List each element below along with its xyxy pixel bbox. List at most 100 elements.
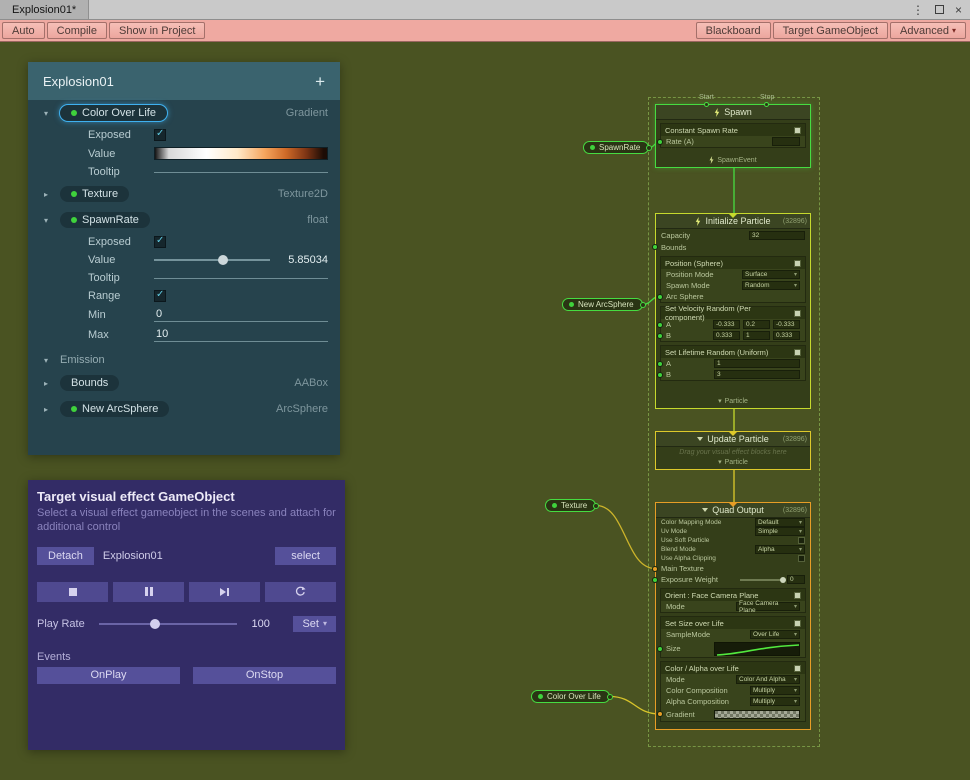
param-pill-color-over-life[interactable]: Color Over Life [60, 105, 167, 121]
detach-button[interactable]: Detach [37, 547, 94, 565]
orient-block[interactable]: Orient : Face Camera Plane Mode Face Cam… [660, 588, 806, 613]
expander-icon[interactable]: ▸ [44, 379, 60, 388]
port-velocity-b-in[interactable] [657, 333, 663, 339]
max-field[interactable]: 10 [154, 328, 328, 342]
param-pill-spawnrate[interactable]: SpawnRate [60, 212, 150, 228]
expander-icon[interactable]: ▾ [44, 109, 60, 118]
stop-button[interactable] [37, 582, 108, 602]
tooltip-field[interactable] [154, 171, 328, 173]
port-exposure-weight-in[interactable] [652, 577, 658, 583]
node-spawn[interactable]: Start Stop Spawn Constant Spawn Rate Rat… [655, 104, 811, 168]
window-maximize-icon[interactable] [935, 5, 944, 14]
select-button[interactable]: select [275, 547, 336, 565]
vector-z-field[interactable]: -0.333 [773, 320, 800, 329]
value-field[interactable]: 5.85034 [278, 254, 328, 266]
port-lifetime-b-in[interactable] [657, 372, 663, 378]
block-enabled-checkbox[interactable] [794, 620, 801, 627]
capacity-field[interactable]: 32 [749, 231, 805, 240]
constant-spawn-rate-block[interactable]: Constant Spawn Rate Rate (A) [660, 123, 806, 148]
port-update-flow-in[interactable] [733, 432, 735, 434]
set-velocity-random-block[interactable]: Set Velocity Random (Per component) A -0… [660, 306, 806, 342]
port-spawn-rate-in[interactable] [657, 139, 663, 145]
play-rate-slider[interactable] [99, 623, 237, 625]
port-spawn-stop-in[interactable] [764, 102, 769, 107]
alpha-composition-dropdown[interactable]: Multiply▾ [750, 697, 800, 706]
slider-knob[interactable] [780, 577, 786, 583]
expander-icon[interactable]: ▸ [44, 190, 60, 199]
onstop-button[interactable]: OnStop [193, 667, 336, 684]
expander-icon[interactable]: ▾ [44, 216, 60, 225]
blackboard-header[interactable]: Explosion01 + [28, 62, 340, 100]
node-initialize-particle[interactable]: Initialize Particle (32896) Capacity 32 … [655, 213, 811, 409]
port-init-flow-in[interactable] [733, 214, 735, 216]
port-init-arcsphere-in[interactable] [657, 294, 663, 300]
lifetime-a-field[interactable]: 1 [714, 359, 800, 368]
block-enabled-checkbox[interactable] [794, 592, 801, 599]
slider-knob[interactable] [150, 619, 160, 629]
spawn-mode-dropdown[interactable]: Random▾ [742, 281, 800, 290]
orient-mode-dropdown[interactable]: Face Camera Plane▾ [736, 602, 800, 611]
set-size-over-life-block[interactable]: Set Size over Life SampleMode Over Life▾… [660, 616, 806, 658]
spawn-header[interactable]: Spawn [656, 105, 810, 120]
port-spawn-start-in[interactable] [704, 102, 709, 107]
blend-mode-dropdown[interactable]: Alpha▾ [755, 545, 805, 554]
gradient-preview-field[interactable] [714, 710, 800, 719]
port-spawn-flow-out[interactable] [733, 165, 735, 167]
pause-button[interactable] [113, 582, 184, 602]
port-init-flow-out[interactable] [733, 406, 735, 408]
position-sphere-block[interactable]: Position (Sphere) Position Mode Surface▾… [660, 256, 806, 303]
param-pill-texture[interactable]: Texture [60, 186, 129, 202]
port-pill-colorlife-out[interactable] [607, 694, 613, 700]
soft-particle-checkbox[interactable] [798, 537, 805, 544]
exposed-checkbox[interactable]: ✓ [154, 236, 166, 248]
block-enabled-checkbox[interactable] [794, 260, 801, 267]
pill-spawnrate[interactable]: SpawnRate [583, 141, 649, 154]
param-pill-bounds[interactable]: Bounds [60, 375, 119, 391]
port-lifetime-a-in[interactable] [657, 361, 663, 367]
add-parameter-button[interactable]: + [315, 73, 325, 90]
node-quad-output[interactable]: Quad Output (32896) Color Mapping Mode D… [655, 502, 811, 730]
block-enabled-checkbox[interactable] [794, 310, 801, 317]
port-quad-flow-in[interactable] [733, 503, 735, 505]
range-checkbox[interactable]: ✓ [154, 290, 166, 302]
auto-compile-button[interactable]: Auto [2, 22, 45, 39]
blackboard-toggle-button[interactable]: Blackboard [696, 22, 771, 39]
vector-y-field[interactable]: 1 [743, 331, 770, 340]
target-gameobject-toggle-button[interactable]: Target GameObject [773, 22, 888, 39]
exposure-slider[interactable] [740, 579, 784, 581]
value-slider[interactable] [154, 259, 270, 261]
min-field[interactable]: 0 [154, 308, 328, 322]
graph-canvas[interactable]: Start Stop Spawn Constant Spawn Rate Rat… [0, 42, 970, 780]
port-pill-texture-out[interactable] [593, 503, 599, 509]
set-lifetime-random-block[interactable]: Set Lifetime Random (Uniform) A 1 B 3 [660, 345, 806, 381]
onplay-button[interactable]: OnPlay [37, 667, 180, 684]
alpha-clipping-checkbox[interactable] [798, 555, 805, 562]
window-menu-icon[interactable]: ⋮ [912, 3, 924, 17]
restart-button[interactable] [265, 582, 336, 602]
sample-mode-dropdown[interactable]: Over Life▾ [750, 630, 800, 639]
port-pill-arcsphere-out[interactable] [640, 302, 646, 308]
slider-knob[interactable] [218, 255, 228, 265]
block-enabled-checkbox[interactable] [794, 127, 801, 134]
pill-texture[interactable]: Texture [545, 499, 596, 512]
exposure-field[interactable]: 0 [787, 575, 805, 584]
expander-icon[interactable]: ▾ [44, 356, 60, 365]
size-curve-field[interactable] [714, 642, 800, 656]
compile-button[interactable]: Compile [47, 22, 107, 39]
param-pill-new-arcsphere[interactable]: New ArcSphere [60, 401, 169, 417]
port-update-flow-out[interactable] [733, 467, 735, 469]
vector-z-field[interactable]: 0.333 [773, 331, 800, 340]
uv-mode-dropdown[interactable]: Simple▾ [755, 527, 805, 536]
tab-explosion01[interactable]: Explosion01* [0, 0, 89, 19]
category-emission[interactable]: ▾ Emission [28, 345, 340, 370]
vector-y-field[interactable]: 0.2 [743, 320, 770, 329]
color-composition-dropdown[interactable]: Multiply▾ [750, 686, 800, 695]
window-close-icon[interactable]: × [955, 3, 962, 17]
show-in-project-button[interactable]: Show in Project [109, 22, 205, 39]
step-button[interactable] [189, 582, 260, 602]
position-mode-dropdown[interactable]: Surface▾ [742, 270, 800, 279]
vector-x-field[interactable]: -0.333 [713, 320, 740, 329]
port-quad-texture-in[interactable] [652, 566, 658, 572]
block-enabled-checkbox[interactable] [794, 349, 801, 356]
port-velocity-a-in[interactable] [657, 322, 663, 328]
